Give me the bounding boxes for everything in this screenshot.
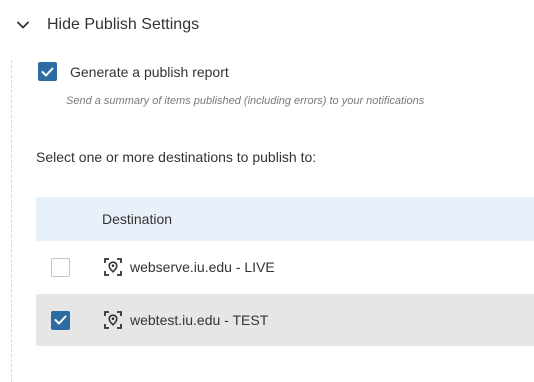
- destinations-prompt: Select one or more destinations to publi…: [36, 149, 317, 165]
- indent-guide: [11, 60, 12, 382]
- generate-report-label: Generate a publish report: [70, 63, 229, 80]
- section-title: Hide Publish Settings: [47, 16, 200, 33]
- destination-name: webtest.iu.edu - TEST: [130, 312, 269, 328]
- chevron-down-icon: [14, 16, 32, 34]
- destination-icon: [103, 257, 123, 277]
- report-hint: Send a summary of items published (inclu…: [66, 95, 425, 107]
- destinations-table: Destination webserve.iu.edu - LIVE webte…: [36, 197, 534, 347]
- destination-checkbox[interactable]: [51, 257, 70, 277]
- generate-report-checkbox[interactable]: [38, 62, 57, 81]
- table-header: Destination: [36, 197, 534, 241]
- table-row[interactable]: webserve.iu.edu - LIVE: [36, 241, 534, 294]
- destination-name: webserve.iu.edu - LIVE: [130, 259, 275, 275]
- destination-icon: [103, 310, 123, 330]
- destination-checkbox[interactable]: [51, 310, 70, 330]
- publish-settings-panel: Hide Publish Settings Generate a publish…: [0, 0, 534, 382]
- hide-publish-settings-toggle[interactable]: Hide Publish Settings: [14, 12, 199, 38]
- destination-column-header: Destination: [102, 211, 173, 227]
- table-row[interactable]: webtest.iu.edu - TEST: [36, 294, 534, 347]
- generate-report-option[interactable]: Generate a publish report: [38, 62, 229, 81]
